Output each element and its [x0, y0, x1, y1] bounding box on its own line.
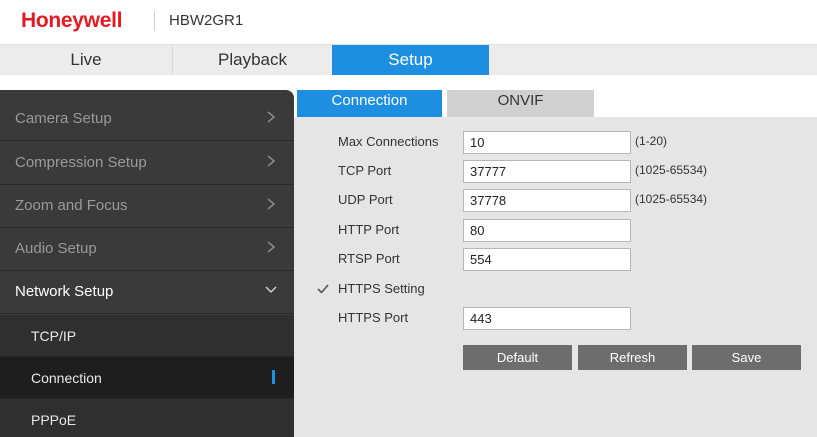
content-panel: Connection ONVIF Max Connections (1-20) … [294, 90, 817, 437]
max-connections-label: Max Connections [338, 134, 439, 149]
chevron-right-icon [267, 155, 276, 167]
https-setting-label: HTTPS Setting [338, 281, 425, 296]
sidebar-item-compression-setup[interactable]: Compression Setup [0, 142, 294, 185]
device-model: HBW2GR1 [169, 12, 244, 29]
top-nav: Live Playback Setup [0, 44, 817, 76]
https-port-input[interactable] [463, 307, 631, 330]
default-button[interactable]: Default [463, 345, 572, 370]
rtsp-port-label: RTSP Port [338, 251, 400, 266]
https-setting-checkbox[interactable] [316, 282, 330, 296]
udp-port-input[interactable] [463, 189, 631, 212]
active-indicator [272, 370, 275, 384]
sidebar-subitem-connection[interactable]: Connection [0, 357, 294, 399]
sidebar-subitem-label: TCP/IP [31, 328, 77, 344]
subtab-bar: Connection ONVIF [294, 90, 817, 117]
tab-setup[interactable]: Setup [332, 45, 489, 76]
sidebar-item-label: Zoom and Focus [15, 197, 128, 214]
tab-live[interactable]: Live [0, 45, 173, 76]
header-divider [154, 11, 155, 31]
chevron-down-icon [265, 286, 277, 294]
tab-playback[interactable]: Playback [173, 45, 332, 76]
sidebar-item-label: Camera Setup [15, 110, 112, 127]
sidebar-item-network-setup[interactable]: Network Setup [0, 271, 294, 314]
udp-port-label: UDP Port [338, 192, 393, 207]
app-header: Honeywell HBW2GR1 [0, 0, 817, 44]
sidebar-subitem-tcp-ip[interactable]: TCP/IP [0, 315, 294, 357]
http-port-input[interactable] [463, 219, 631, 242]
chevron-right-icon [267, 241, 276, 253]
sidebar-item-audio-setup[interactable]: Audio Setup [0, 228, 294, 271]
nav-spacer [0, 75, 817, 90]
brand-logo: Honeywell [21, 9, 123, 32]
chevron-right-icon [267, 198, 276, 210]
https-port-label: HTTPS Port [338, 310, 409, 325]
refresh-button[interactable]: Refresh [578, 345, 687, 370]
sidebar-item-label: Compression Setup [15, 154, 147, 171]
sidebar-subitem-pppoe[interactable]: PPPoE [0, 399, 294, 437]
tab-connection[interactable]: Connection [297, 90, 442, 117]
max-connections-input[interactable] [463, 131, 631, 154]
sidebar-item-label: Audio Setup [15, 240, 97, 257]
tcp-port-label: TCP Port [338, 163, 392, 178]
udp-port-hint: (1025-65534) [635, 192, 708, 206]
tab-onvif[interactable]: ONVIF [447, 90, 594, 117]
sidebar-subitem-label: PPPoE [31, 412, 77, 428]
max-connections-hint: (1-20) [635, 134, 668, 148]
rtsp-port-input[interactable] [463, 248, 631, 271]
save-button[interactable]: Save [692, 345, 801, 370]
sidebar: Camera Setup Compression Setup Zoom and … [0, 90, 294, 437]
sidebar-item-camera-setup[interactable]: Camera Setup [0, 98, 294, 141]
sidebar-item-label: Network Setup [15, 283, 114, 300]
http-port-label: HTTP Port [338, 222, 400, 237]
tcp-port-input[interactable] [463, 160, 631, 183]
sidebar-item-zoom-and-focus[interactable]: Zoom and Focus [0, 185, 294, 228]
sidebar-subitem-label: Connection [31, 370, 102, 386]
tcp-port-hint: (1025-65534) [635, 163, 708, 177]
chevron-right-icon [267, 111, 276, 123]
